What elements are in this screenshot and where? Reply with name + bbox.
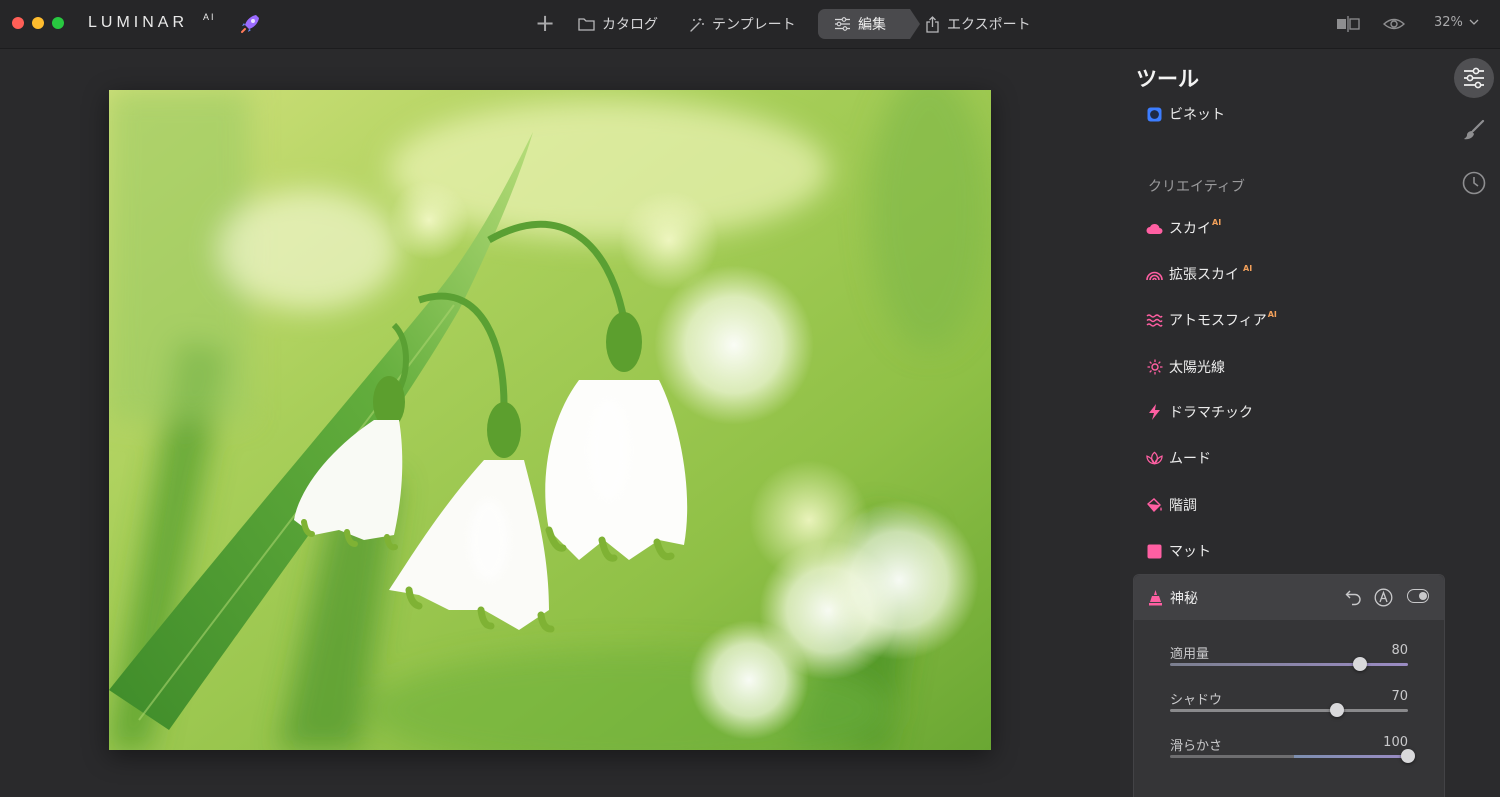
cloud-icon xyxy=(1146,220,1163,237)
rocket-icon[interactable] xyxy=(238,12,262,36)
tool-sky-label: スカイ xyxy=(1169,221,1211,237)
close-window-button[interactable] xyxy=(12,17,24,29)
tool-mood[interactable]: ムード xyxy=(1146,447,1211,469)
tool-matte-label: マット xyxy=(1169,544,1211,560)
tool-sky[interactable]: スカイ AI xyxy=(1146,217,1221,239)
brush-icon xyxy=(1464,119,1485,140)
lightning-icon xyxy=(1146,404,1163,421)
zoom-value: 32% xyxy=(1434,15,1463,30)
tool-mood-label: ムード xyxy=(1169,451,1211,467)
slider-shadow-label: シャドウ xyxy=(1170,693,1223,708)
zoom-window-button[interactable] xyxy=(52,17,64,29)
panel-title: ツール xyxy=(1136,67,1199,91)
app-logo: LUMINAR xyxy=(88,14,189,31)
slider-amount-thumb[interactable] xyxy=(1353,657,1368,671)
tool-toning-label: 階調 xyxy=(1169,498,1197,514)
zoom-select[interactable]: 32% xyxy=(1434,15,1479,30)
tool-matte[interactable]: マット xyxy=(1146,540,1211,562)
square-icon xyxy=(1146,543,1163,560)
tool-sunrays-label: 太陽光線 xyxy=(1169,360,1225,376)
tool-atmosphere-label: アトモスフィア xyxy=(1169,313,1267,329)
tools-tab-button[interactable] xyxy=(1454,58,1494,98)
ai-badge: AI xyxy=(1267,309,1277,319)
undo-icon[interactable] xyxy=(1345,588,1363,606)
folder-icon xyxy=(578,18,595,31)
section-creative: クリエイティブ xyxy=(1148,179,1245,195)
tool-toning[interactable]: 階調 xyxy=(1146,494,1197,516)
clock-icon xyxy=(1462,171,1486,195)
tab-templates[interactable]: テンプレート xyxy=(688,9,796,39)
add-button[interactable]: + xyxy=(532,10,558,38)
tab-catalog-label: カタログ xyxy=(602,17,658,33)
photo-preview[interactable] xyxy=(109,90,991,750)
image-canvas[interactable] xyxy=(0,49,1120,796)
tool-mystical-panel: 神秘 適用量 80 シャドウ 70 滑らかさ 100 xyxy=(1133,574,1445,797)
ai-badge: AI xyxy=(1243,263,1253,273)
magic-wand-icon xyxy=(690,17,704,32)
brush-tab-button[interactable] xyxy=(1454,110,1494,150)
sliders-icon xyxy=(835,17,850,31)
tool-visibility-toggle[interactable] xyxy=(1407,589,1429,603)
flower-photo xyxy=(109,90,991,750)
tool-mystical[interactable]: 神秘 xyxy=(1147,587,1198,609)
slider-shadow-value: 70 xyxy=(1391,689,1408,704)
tool-sunrays[interactable]: 太陽光線 xyxy=(1146,356,1225,378)
ai-badge: AI xyxy=(1212,217,1222,227)
tab-catalog[interactable]: カタログ xyxy=(578,9,658,39)
tool-sky-enhance-label: 拡張スカイ xyxy=(1169,267,1239,283)
slider-amount-label: 適用量 xyxy=(1170,647,1210,662)
app-logo-suffix: AI xyxy=(203,12,216,22)
tab-edit-label: 編集 xyxy=(858,17,886,33)
lotus-icon xyxy=(1146,450,1163,467)
tool-sky-enhance[interactable]: 拡張スカイ AI xyxy=(1146,263,1252,285)
tab-export[interactable]: エクスポート xyxy=(925,9,1031,39)
tab-edit[interactable]: 編集 xyxy=(818,9,920,39)
paint-bucket-icon xyxy=(1146,497,1163,514)
eye-icon[interactable] xyxy=(1383,14,1405,34)
tab-templates-label: テンプレート xyxy=(712,17,796,33)
slider-smoothness-thumb[interactable] xyxy=(1401,749,1415,763)
tool-vignette-label: ビネット xyxy=(1169,107,1225,123)
vignette-icon xyxy=(1146,106,1163,123)
toggle-knob xyxy=(1418,591,1427,600)
compare-icon[interactable] xyxy=(1336,14,1360,34)
minimize-window-button[interactable] xyxy=(32,17,44,29)
share-icon xyxy=(926,15,939,33)
slider-shadow-thumb[interactable] xyxy=(1329,703,1344,717)
slider-smoothness-label: 滑らかさ xyxy=(1170,739,1223,754)
rainbow-icon xyxy=(1146,266,1163,283)
right-toolbar xyxy=(1450,49,1500,796)
slider-smoothness-track[interactable] xyxy=(1170,755,1408,758)
waves-icon xyxy=(1146,312,1163,329)
tool-vignette[interactable]: ビネット xyxy=(1146,103,1225,125)
history-tab-button[interactable] xyxy=(1454,163,1494,203)
mask-brush-icon[interactable] xyxy=(1374,588,1393,607)
slider-smoothness-value: 100 xyxy=(1383,735,1408,750)
title-bar: LUMINAR AI + カタログ テンプレート 編集 エクスポート 32% xyxy=(0,0,1500,49)
slider-shadow-track[interactable] xyxy=(1170,709,1408,712)
sun-icon xyxy=(1146,359,1163,376)
chevron-down-icon xyxy=(1469,19,1479,25)
tool-dramatic[interactable]: ドラマチック xyxy=(1146,401,1253,423)
tab-export-label: エクスポート xyxy=(947,17,1031,33)
tool-mystical-header[interactable]: 神秘 xyxy=(1134,575,1444,620)
slider-amount-value: 80 xyxy=(1391,643,1408,658)
tool-dramatic-label: ドラマチック xyxy=(1169,405,1253,421)
tool-mystical-label: 神秘 xyxy=(1170,591,1198,607)
slider-amount-track[interactable] xyxy=(1170,663,1408,666)
tools-panel: ツール ビネット クリエイティブ スカイ AI 拡張スカイ AI アトモスフィア… xyxy=(1120,49,1450,797)
tool-atmosphere[interactable]: アトモスフィア AI xyxy=(1146,309,1277,331)
mystical-icon xyxy=(1147,590,1164,607)
adjustments-icon xyxy=(1464,67,1484,89)
